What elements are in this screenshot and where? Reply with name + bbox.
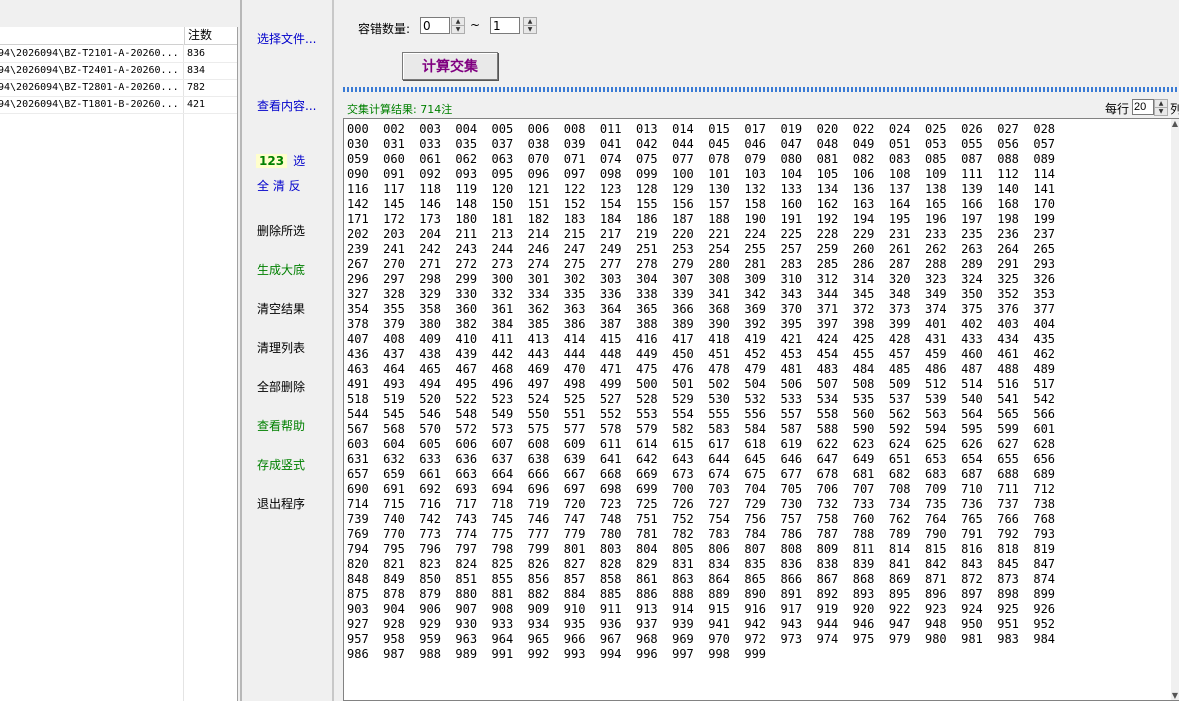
delete-selected-link[interactable]: 删除所选 (257, 222, 305, 239)
per-row-spinner[interactable]: ▲ ▼ (1154, 99, 1168, 116)
number-select-row: 123 选 (256, 152, 305, 169)
result-numbers: 000 002 003 004 005 006 008 011 013 014 … (347, 122, 1056, 661)
number-select-button[interactable]: 123 (256, 154, 288, 168)
spin-up-icon[interactable]: ▲ (524, 18, 536, 26)
file-name: 94\2026094\BZ-T2401-A-20260... (0, 65, 179, 76)
calculate-intersection-button[interactable]: 计算交集 (402, 52, 498, 80)
clean-list-link[interactable]: 清理列表 (257, 339, 305, 356)
file-list[interactable]: 注数 94\2026094\BZ-T2101-A-20260... 836 94… (0, 27, 238, 701)
tolerance-label: 容错数量: (358, 22, 411, 36)
result-title: 交集计算结果: 714注 (347, 103, 453, 116)
file-list-header: 注数 (0, 27, 237, 45)
result-textarea[interactable]: 000 002 003 004 005 006 008 011 013 014 … (343, 118, 1179, 701)
spin-up-icon[interactable]: ▲ (452, 18, 464, 26)
spin-down-icon[interactable]: ▼ (1155, 108, 1167, 115)
scroll-up-icon[interactable]: ▲ (1171, 119, 1179, 128)
tolerance-min-spinner[interactable]: ▲ ▼ (451, 17, 465, 34)
column-divider (183, 44, 184, 701)
file-row[interactable]: 94\2026094\BZ-T2401-A-20260... 834 (0, 62, 237, 80)
per-row-suffix: 列 (1170, 102, 1179, 116)
scroll-down-icon[interactable]: ▼ (1171, 691, 1179, 700)
tolerance-max-spinner[interactable]: ▲ ▼ (523, 17, 537, 34)
save-vertical-link[interactable]: 存成竖式 (257, 456, 305, 473)
file-name: 94\2026094\BZ-T1801-B-20260... (0, 99, 179, 110)
file-row[interactable]: 94\2026094\BZ-T1801-B-20260... 421 (0, 96, 237, 114)
divider (332, 0, 334, 701)
view-help-link[interactable]: 查看帮助 (257, 417, 305, 434)
file-count: 834 (187, 65, 206, 76)
exit-program-link[interactable]: 退出程序 (257, 495, 305, 512)
splitter-bar[interactable] (343, 87, 1179, 92)
result-panel: 容错数量: ▲ ▼ ~ ▲ ▼ 计算交集 交集计算结果: 714注 每行 ▲ ▼… (336, 0, 1179, 701)
select-link[interactable]: 选 (293, 154, 305, 168)
select-file-link[interactable]: 选择文件... (257, 30, 316, 47)
generate-base-link[interactable]: 生成大底 (257, 261, 305, 278)
column-header-count[interactable]: 注数 (184, 27, 237, 44)
file-row[interactable]: 94\2026094\BZ-T2801-A-20260... 782 (0, 79, 237, 97)
per-row-input[interactable] (1132, 99, 1154, 115)
range-tilde: ~ (470, 18, 481, 32)
file-count: 836 (187, 48, 206, 59)
all-clear-invert-links[interactable]: 全 清 反 (257, 177, 301, 194)
spin-up-icon[interactable]: ▲ (1155, 100, 1167, 108)
view-content-link[interactable]: 查看内容... (257, 97, 316, 114)
file-name: 94\2026094\BZ-T2801-A-20260... (0, 82, 179, 93)
file-count: 782 (187, 82, 206, 93)
tolerance-max-input[interactable] (490, 17, 520, 34)
file-row[interactable]: 94\2026094\BZ-T2101-A-20260... 836 (0, 45, 237, 63)
vertical-scrollbar[interactable]: ▲ ▼ (1171, 119, 1179, 700)
spin-down-icon[interactable]: ▼ (452, 26, 464, 33)
clear-results-link[interactable]: 清空结果 (257, 300, 305, 317)
divider (240, 0, 242, 701)
delete-all-link[interactable]: 全部删除 (257, 378, 305, 395)
file-name: 94\2026094\BZ-T2101-A-20260... (0, 48, 179, 59)
spin-down-icon[interactable]: ▼ (524, 26, 536, 33)
per-row-label: 每行 (1105, 102, 1130, 116)
tolerance-min-input[interactable] (420, 17, 450, 34)
file-count: 421 (187, 99, 206, 110)
command-column: 选择文件... 查看内容... 123 选 全 清 反 删除所选 生成大底 清空结… (240, 0, 334, 701)
